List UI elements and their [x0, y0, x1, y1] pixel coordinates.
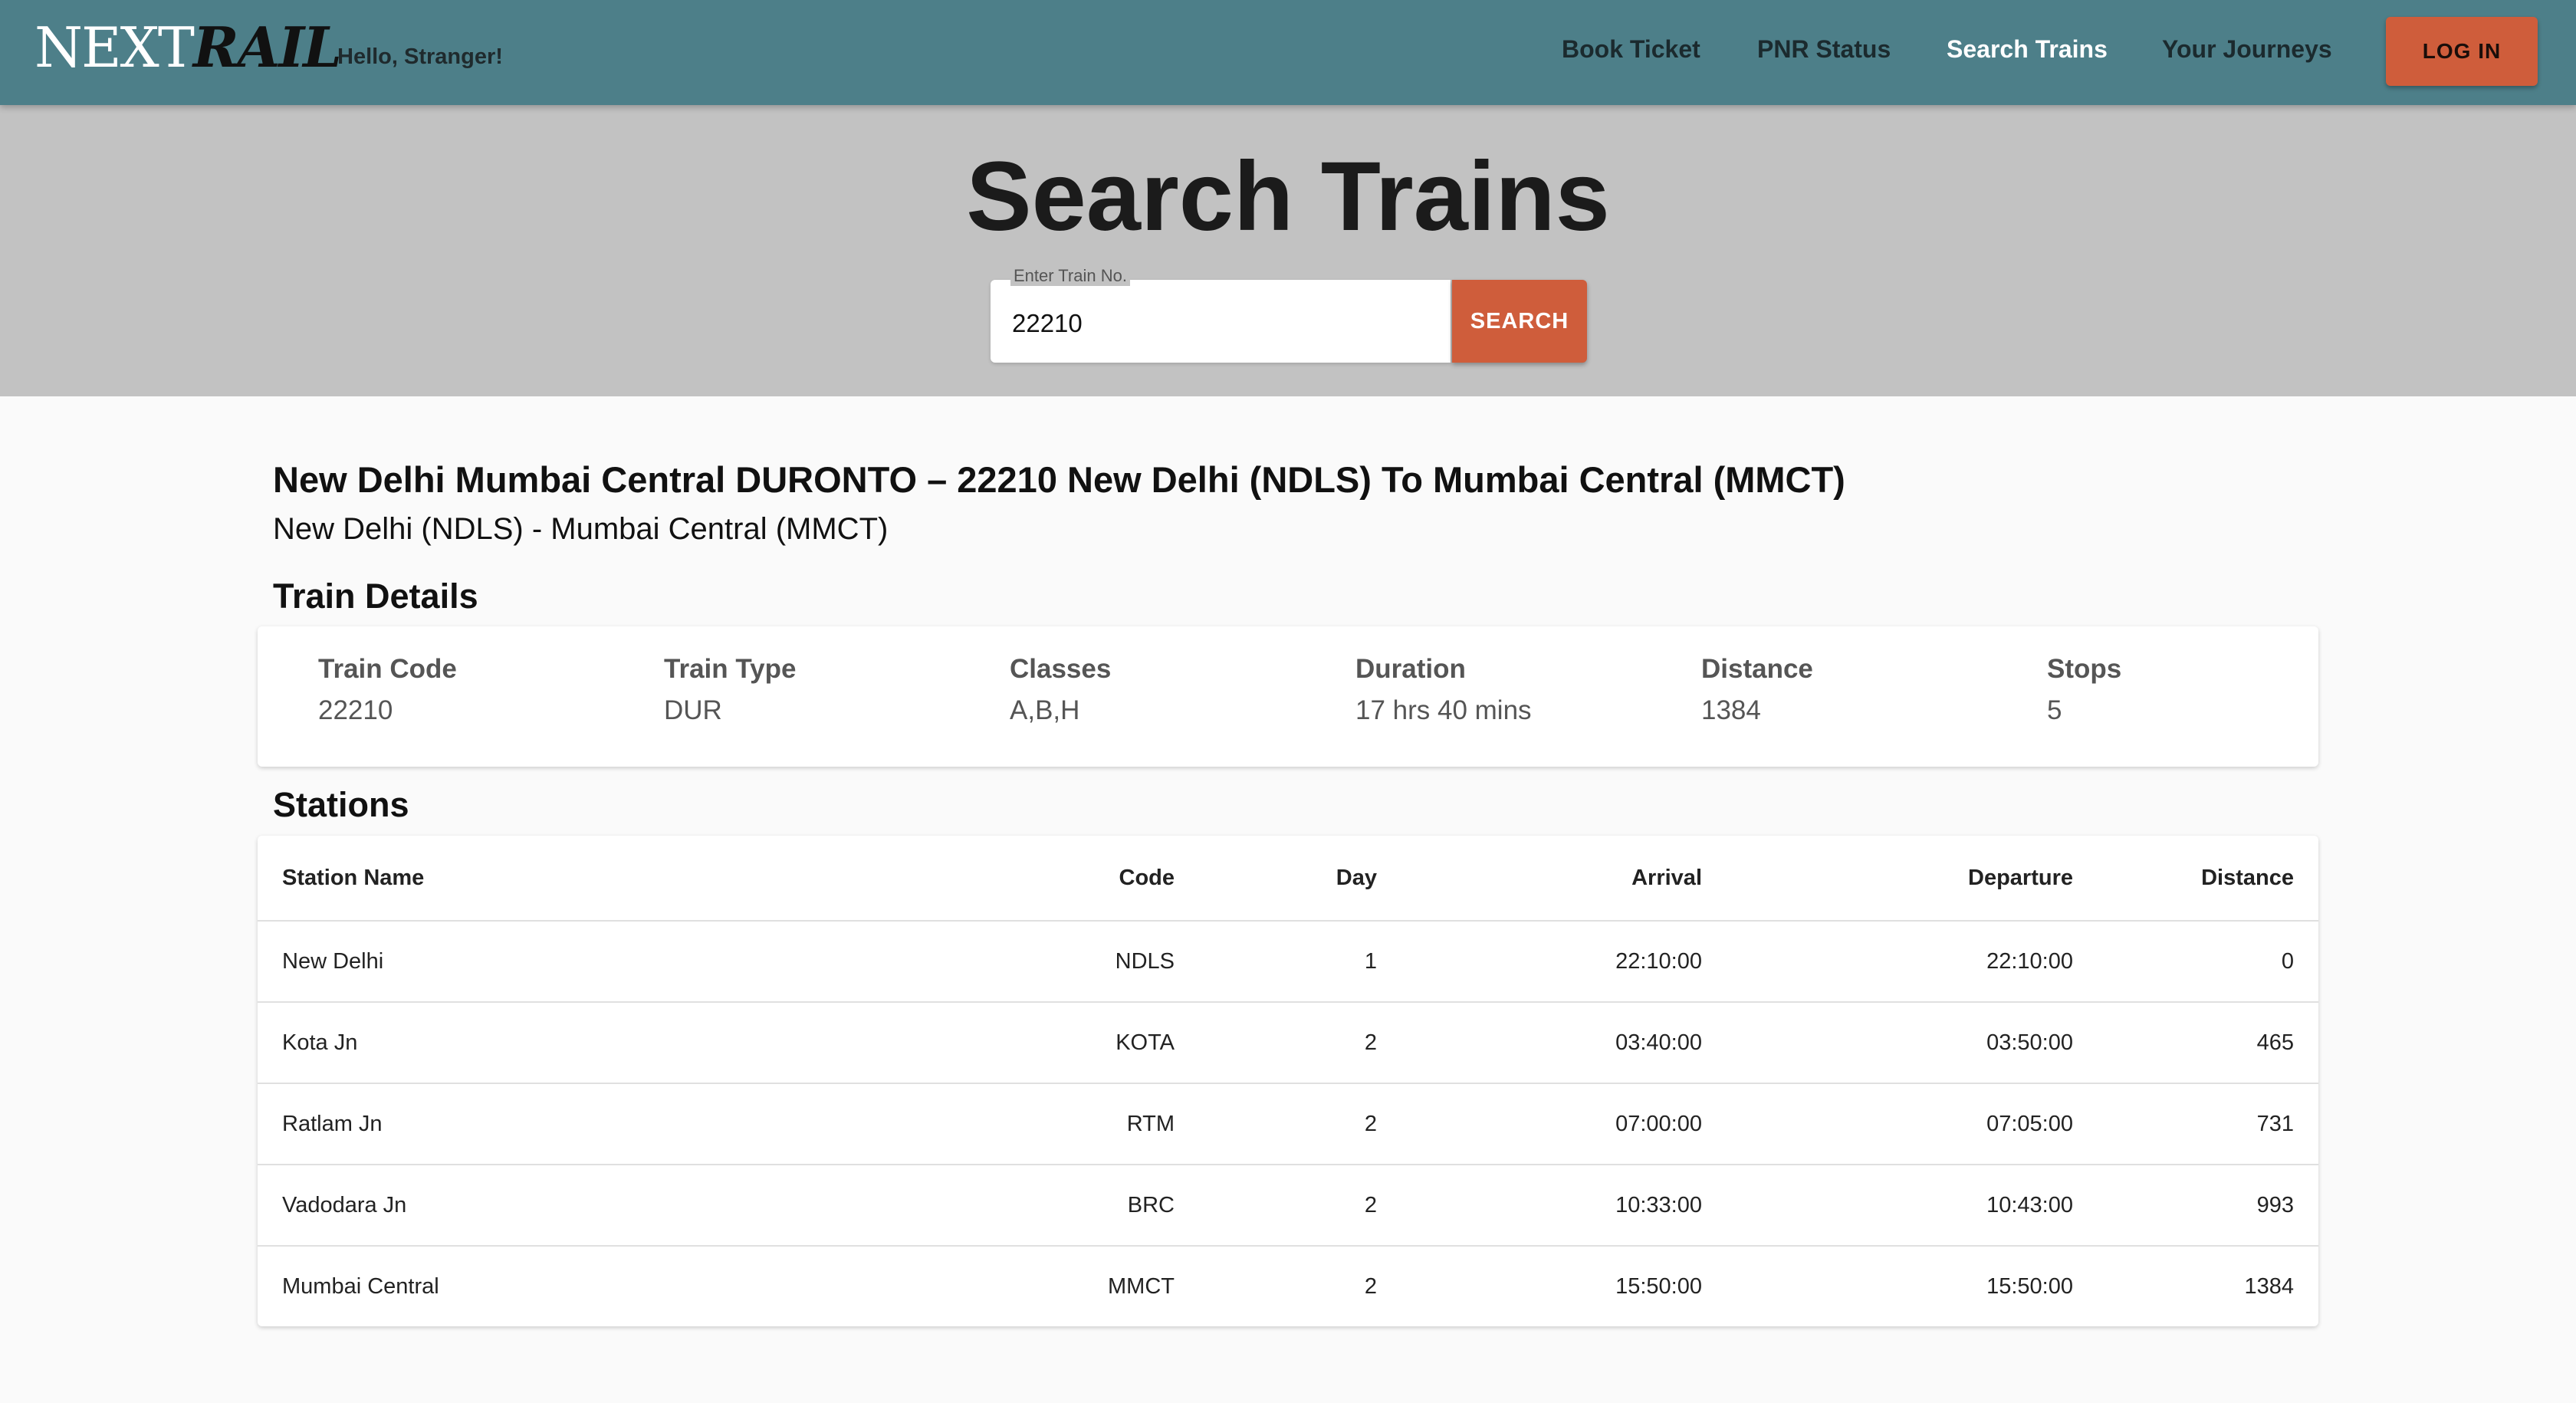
detail-value: 5: [2047, 695, 2062, 725]
train-title: New Delhi Mumbai Central DURONTO – 22210…: [273, 459, 1845, 500]
cell-station-name: Vadodara Jn: [258, 1165, 997, 1247]
search-button[interactable]: SEARCH: [1452, 280, 1587, 363]
detail-label: Stops: [2047, 654, 2122, 684]
detail-label: Train Type: [664, 654, 797, 684]
cell-station-name: New Delhi: [258, 921, 997, 1003]
logo-next: NEXT: [34, 15, 195, 80]
cell-departure: 03:50:00: [1727, 1002, 2098, 1084]
col-code[interactable]: Code: [997, 836, 1199, 922]
cell-station-name: Mumbai Central: [282, 1273, 439, 1299]
cell-distance: 0: [2098, 921, 2318, 1003]
detail-label: Duration: [1355, 654, 1466, 684]
nav-pnr-status[interactable]: PNR Status: [1757, 35, 1891, 64]
col-departure[interactable]: Departure: [1727, 836, 2098, 922]
table-row: New Delhi NDLS 1 22:10:00 22:10:00 0: [258, 921, 2318, 1003]
greeting-text: Hello, Stranger!: [337, 44, 503, 69]
detail-label: Classes: [1010, 654, 1112, 684]
cell-distance: 731: [2098, 1083, 2318, 1165]
cell-day: 1: [1199, 921, 1401, 1003]
cell-arrival: 22:10:00: [1401, 921, 1727, 1003]
nav-search-trains[interactable]: Search Trains: [1947, 35, 2108, 64]
train-number-field[interactable]: [991, 280, 1451, 363]
cell-departure: 10:43:00: [1727, 1165, 2098, 1247]
cell-day: 2: [1199, 1165, 1401, 1247]
detail-label: Train Code: [318, 654, 457, 684]
cell-code: BRC: [997, 1165, 1199, 1247]
detail-train-type: Train Type DUR: [664, 654, 796, 726]
detail-value: DUR: [664, 695, 722, 725]
logo-rail: RAIL: [192, 15, 342, 80]
cell-departure: 07:05:00: [1727, 1083, 2098, 1165]
col-distance[interactable]: Distance: [2098, 836, 2318, 922]
top-navbar: NEXTRAIL Hello, Stranger! Book Ticket PN…: [0, 0, 2576, 105]
cell-code: NDLS: [997, 921, 1199, 1003]
table-row: Vadodara Jn BRC 2 10:33:00 10:43:00 993: [258, 1165, 2318, 1247]
search-hero: Search Trains Enter Train No. SEARCH: [0, 105, 2576, 396]
train-details-card: Train Code 22210 Train Type DUR Classes …: [258, 626, 2318, 767]
detail-distance: Distance 1384: [1701, 654, 1813, 726]
col-arrival[interactable]: Arrival: [1401, 836, 1727, 922]
cell-distance: 465: [2098, 1002, 2318, 1084]
col-day[interactable]: Day: [1199, 836, 1401, 922]
cell-arrival: 07:00:00: [1401, 1083, 1727, 1165]
cell-station-name: Kota Jn: [258, 1002, 997, 1084]
detail-label: Distance: [1701, 654, 1813, 684]
nav-your-journeys[interactable]: Your Journeys: [2162, 35, 2332, 64]
stations-heading: Stations: [273, 785, 409, 824]
detail-stops: Stops 5: [2047, 654, 2121, 726]
login-button[interactable]: LOG IN: [2386, 17, 2538, 86]
cell-departure: 15:50:00: [1986, 1273, 2073, 1299]
nav-book-ticket[interactable]: Book Ticket: [1562, 35, 1700, 64]
cell-code: MMCT: [1108, 1273, 1175, 1299]
cell-arrival: 10:33:00: [1401, 1165, 1727, 1247]
detail-value: 17 hrs 40 mins: [1355, 695, 1532, 725]
train-details-heading: Train Details: [273, 577, 478, 616]
table-row: Mumbai Central MMCT 2 15:50:00 15:50:00 …: [258, 1246, 2318, 1326]
col-station-name[interactable]: Station Name: [258, 836, 997, 922]
cell-distance: 993: [2098, 1165, 2318, 1247]
cell-code: RTM: [997, 1083, 1199, 1165]
table-header-row: Station Name Code Day Arrival Departure …: [258, 836, 2318, 922]
cell-day: 2: [1364, 1273, 1377, 1299]
detail-duration: Duration 17 hrs 40 mins: [1355, 654, 1532, 726]
table-row: Ratlam Jn RTM 2 07:00:00 07:05:00 731: [258, 1083, 2318, 1165]
train-number-input[interactable]: [1010, 301, 1428, 346]
cell-day: 2: [1199, 1002, 1401, 1084]
train-number-label: Enter Train No.: [1010, 266, 1130, 286]
cell-code: KOTA: [997, 1002, 1199, 1084]
cell-day: 2: [1199, 1083, 1401, 1165]
stations-card: Station Name Code Day Arrival Departure …: [258, 836, 2318, 1326]
detail-value: 1384: [1701, 695, 1761, 725]
cell-departure: 22:10:00: [1727, 921, 2098, 1003]
table-row: Kota Jn KOTA 2 03:40:00 03:50:00 465: [258, 1002, 2318, 1084]
train-route: New Delhi (NDLS) - Mumbai Central (MMCT): [273, 512, 889, 546]
detail-value: 22210: [318, 695, 393, 725]
detail-train-code: Train Code 22210: [318, 654, 457, 726]
detail-classes: Classes A,B,H: [1010, 654, 1111, 726]
page-title: Search Trains: [966, 142, 1610, 251]
cell-station-name: Ratlam Jn: [258, 1083, 997, 1165]
cell-distance: 1384: [2244, 1273, 2294, 1299]
stations-table: Station Name Code Day Arrival Departure …: [258, 836, 2318, 1326]
detail-value: A,B,H: [1010, 695, 1080, 725]
nextrail-logo[interactable]: NEXTRAIL: [34, 15, 342, 80]
cell-arrival: 03:40:00: [1401, 1002, 1727, 1084]
cell-arrival: 15:50:00: [1615, 1273, 1702, 1299]
